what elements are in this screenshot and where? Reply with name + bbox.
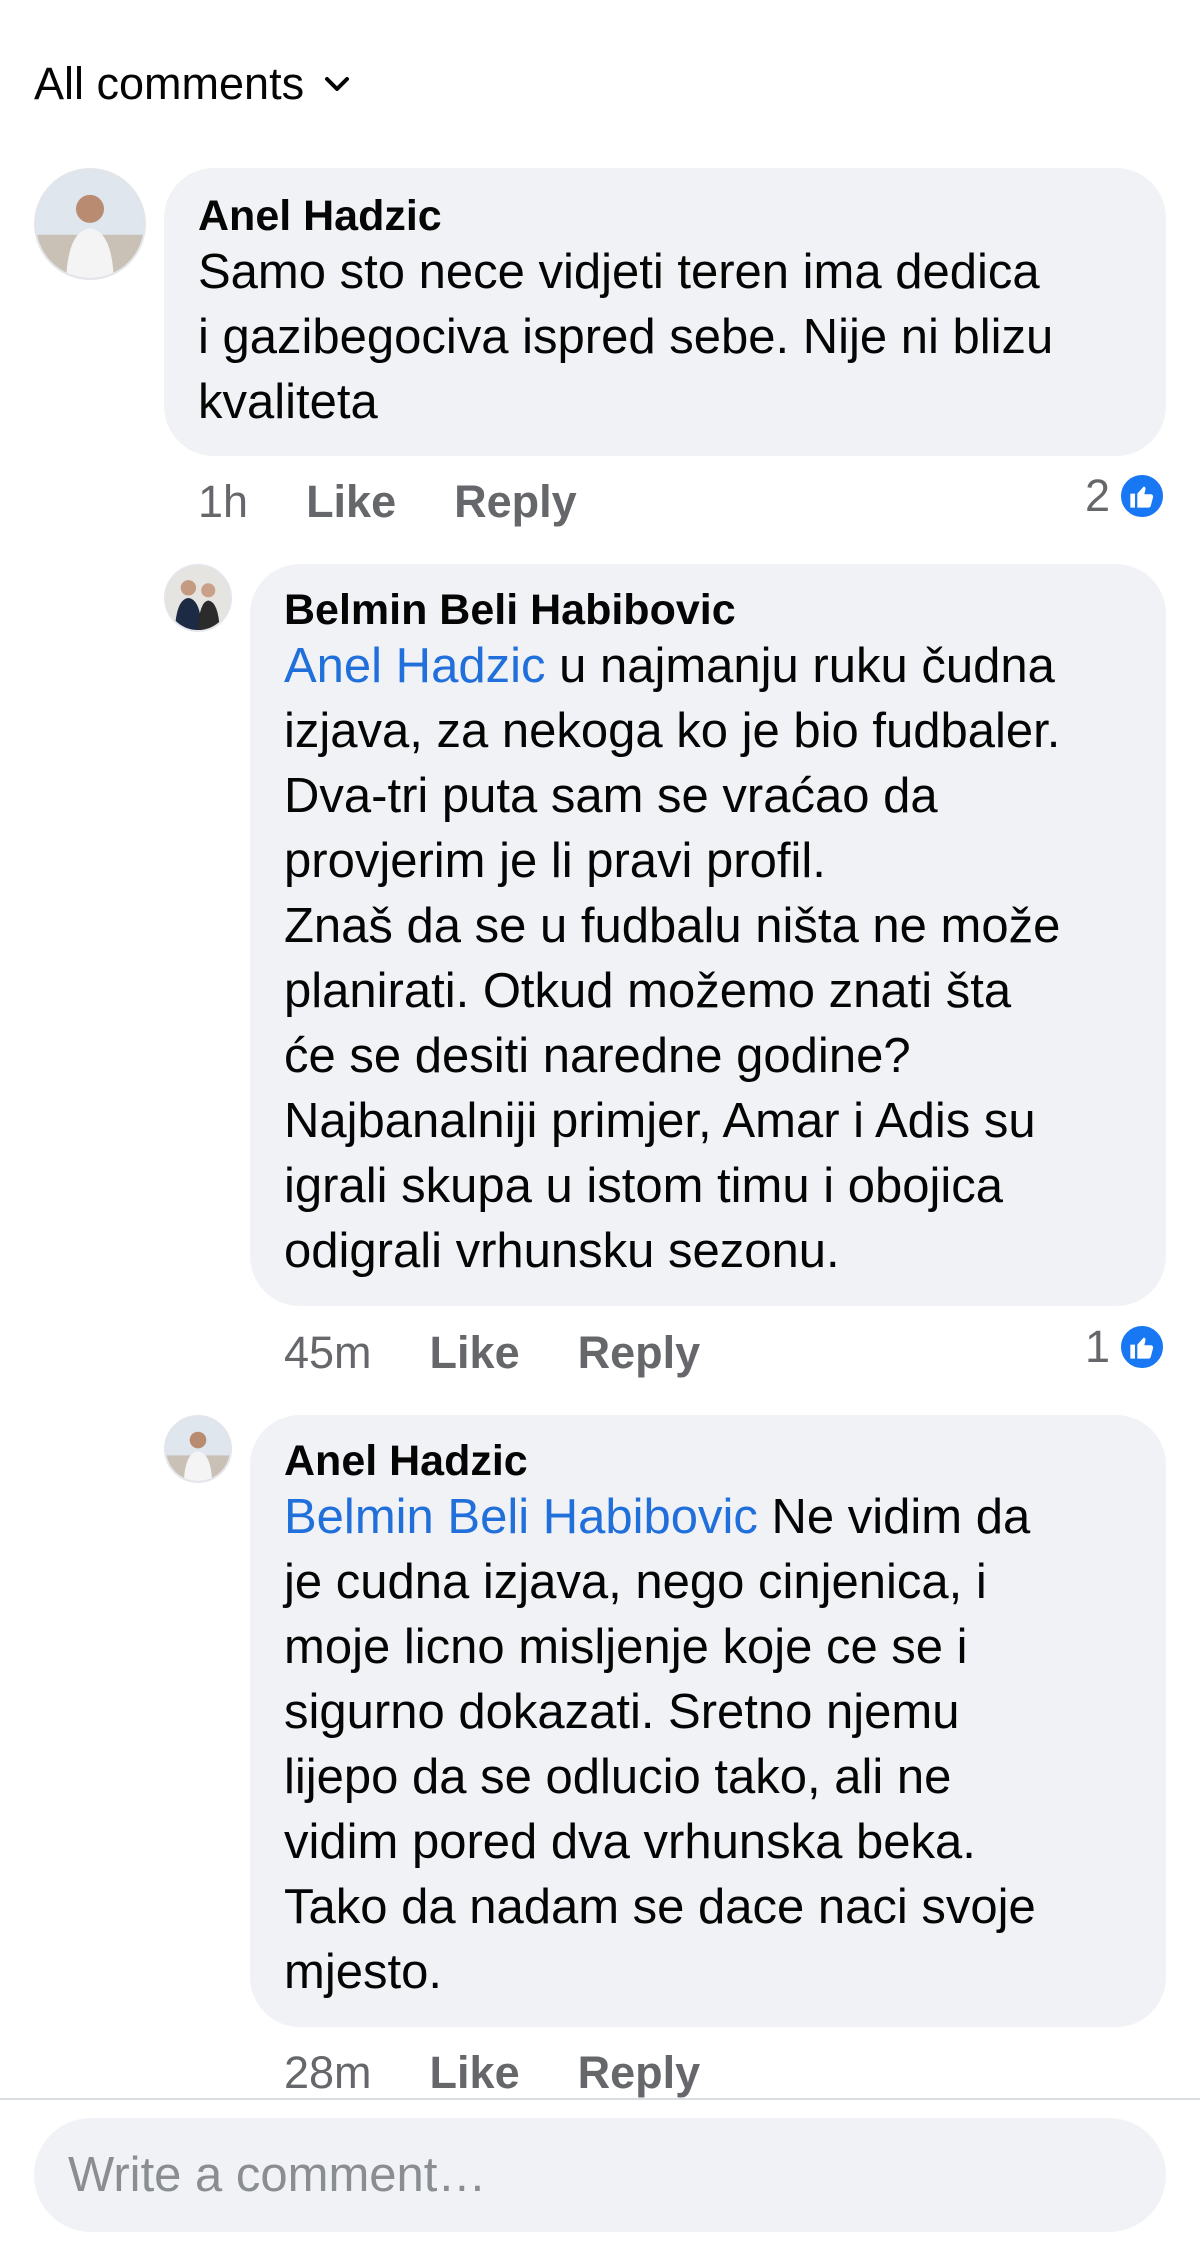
filter-label: All comments — [34, 58, 305, 109]
thumbs-up-icon — [1118, 472, 1166, 520]
mention-link[interactable]: Anel Hadzic — [284, 639, 545, 693]
chevron-down-icon — [325, 77, 350, 91]
comment-text: Belmin Beli Habibovic Ne vidim da je cud… — [284, 1490, 1036, 1999]
user-photo-icon — [36, 170, 144, 278]
comment-bubble: Anel Hadzic Belmin Beli Habibovic Ne vid… — [250, 1415, 1166, 2027]
avatar[interactable] — [164, 1415, 232, 1483]
reply-button[interactable]: Reply — [578, 2047, 701, 2099]
comment-bubble: Belmin Beli Habibovic Anel Hadzic u najm… — [250, 564, 1166, 1306]
comment-timestamp[interactable]: 1h — [198, 476, 248, 528]
like-button[interactable]: Like — [306, 476, 396, 528]
reply-button[interactable]: Reply — [578, 1327, 701, 1379]
reply-button[interactable]: Reply — [454, 476, 577, 528]
reaction-number: 1 — [1084, 1321, 1110, 1372]
reaction-count[interactable]: 1 — [1085, 1321, 1166, 1373]
comment-text: Anel Hadzic u najmanju ruku čudna izjava… — [284, 639, 1061, 1278]
comment-composer[interactable] — [34, 2118, 1166, 2232]
thumbs-up-icon — [1118, 1323, 1166, 1371]
comment-text: Samo sto nece vidjeti teren ima dedica i… — [198, 245, 1054, 429]
comment-actions: 28m Like Reply — [284, 2047, 700, 2099]
comment-timestamp[interactable]: 28m — [284, 2047, 372, 2099]
comment-author[interactable]: Belmin Beli Habibovic — [284, 584, 1132, 636]
comment-author[interactable]: Anel Hadzic — [284, 1435, 1132, 1487]
comment-actions: 45m Like Reply — [284, 1327, 700, 1379]
comment-timestamp[interactable]: 45m — [284, 1327, 372, 1379]
user-photo-icon — [166, 1417, 230, 1481]
comment-actions: 1h Like Reply — [198, 476, 577, 528]
all-comments-filter[interactable]: All comments — [34, 58, 352, 110]
user-photo-icon — [166, 566, 230, 630]
avatar[interactable] — [34, 168, 146, 280]
mention-link[interactable]: Belmin Beli Habibovic — [284, 1490, 758, 1544]
like-button[interactable]: Like — [430, 2047, 520, 2099]
avatar[interactable] — [164, 564, 232, 632]
like-button[interactable]: Like — [430, 1327, 520, 1379]
comment-author[interactable]: Anel Hadzic — [198, 190, 1132, 242]
reaction-count[interactable]: 2 — [1085, 470, 1166, 522]
comment-input[interactable] — [68, 2147, 1166, 2203]
reaction-number: 2 — [1084, 470, 1110, 521]
comment-bubble: Anel Hadzic Samo sto nece vidjeti teren … — [164, 168, 1166, 456]
composer-divider — [0, 2098, 1200, 2100]
